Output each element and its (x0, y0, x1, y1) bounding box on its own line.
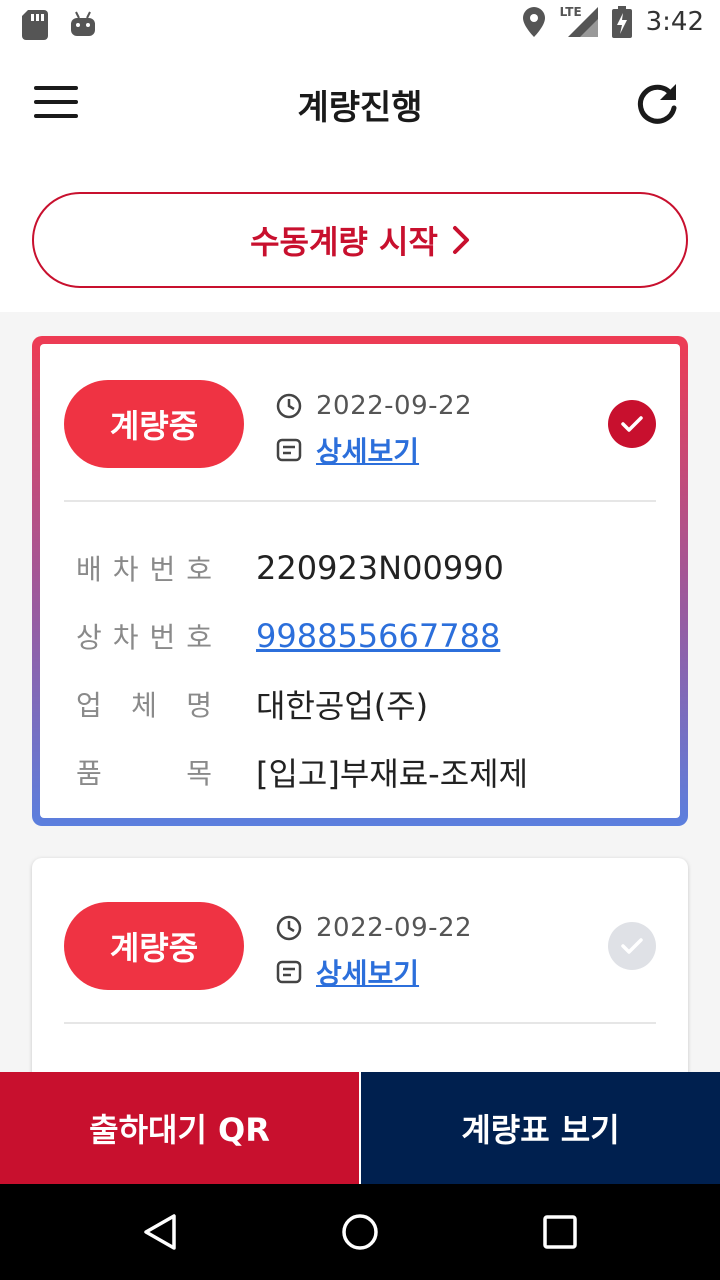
card-date: 2022-09-22 (316, 913, 473, 943)
card-date: 2022-09-22 (316, 391, 473, 421)
card-details: 배차번호 220923N00990 상차번호 998855667788 업체명 … (76, 534, 528, 806)
chevron-right-icon (452, 226, 469, 254)
item-name: [입고]부재료-조제제 (256, 755, 529, 793)
document-icon (276, 438, 302, 462)
weighing-card[interactable]: 계량중 2022-09-22 상세보기 배차번호 220923N00990 상 … (32, 336, 688, 826)
select-check-button[interactable] (608, 922, 656, 970)
card-divider (64, 1022, 656, 1024)
clock-icon (276, 393, 302, 419)
view-weighing-ticket-button[interactable]: 계량표 보기 (361, 1072, 720, 1184)
nav-recents-button[interactable] (540, 1212, 580, 1252)
document-icon (276, 960, 302, 984)
manual-weighing-start-button[interactable]: 수동계량 시작 (32, 192, 688, 288)
detail-row-item: 품목 [입고]부재료-조제제 (76, 738, 528, 806)
location-icon (522, 7, 545, 37)
card-meta: 2022-09-22 상세보기 (276, 906, 472, 994)
clock: 3:42 (645, 7, 704, 37)
weighing-list[interactable]: 계량중 2022-09-22 상세보기 배차번호 220923N00990 상 … (0, 312, 720, 1072)
recents-square-icon (543, 1215, 577, 1249)
detail-link[interactable]: 상세보기 (316, 430, 419, 470)
header: 계량진행 수동계량 시작 (0, 48, 720, 312)
detail-label: 상차번호 (76, 621, 212, 654)
select-check-button[interactable] (608, 400, 656, 448)
company-name: 대한공업(주) (256, 687, 429, 725)
shipping-wait-qr-button[interactable]: 출하대기 QR (0, 1072, 359, 1184)
refresh-icon (637, 84, 677, 124)
nav-back-button[interactable] (140, 1212, 180, 1252)
detail-label: 배차번호 (76, 553, 212, 586)
refresh-button[interactable] (632, 80, 682, 130)
android-icon (71, 11, 95, 36)
status-badge[interactable]: 계량중 (64, 380, 244, 468)
network-label: LTE (559, 5, 582, 19)
page-title: 계량진행 (297, 88, 423, 128)
detail-label: 품목 (76, 757, 212, 790)
detail-label: 업체명 (76, 689, 212, 722)
lte-signal-icon: LTE (559, 5, 598, 37)
check-icon (621, 416, 643, 432)
status-bar: LTE 3:42 (0, 0, 720, 48)
weighing-card[interactable]: 계량중 2022-09-22 상세보기 (32, 858, 688, 1072)
system-nav-bar (0, 1184, 720, 1280)
sd-card-icon (22, 10, 48, 40)
dispatch-number: 220923N00990 (256, 549, 504, 587)
detail-link[interactable]: 상세보기 (316, 952, 419, 992)
card-divider (64, 500, 656, 502)
battery-charging-icon (611, 6, 632, 38)
status-badge[interactable]: 계량중 (64, 902, 244, 990)
detail-row-dispatch-no: 배차번호 220923N00990 (76, 534, 528, 602)
loading-number-link[interactable]: 998855667788 (256, 617, 500, 655)
card-meta: 2022-09-22 상세보기 (276, 384, 472, 472)
detail-row-loading-no: 상차번호 998855667788 (76, 602, 528, 670)
check-icon (621, 938, 643, 954)
nav-home-button[interactable] (340, 1212, 380, 1252)
bottom-action-bar: 출하대기 QR 계량표 보기 (0, 1072, 720, 1184)
home-circle-icon (342, 1214, 378, 1250)
detail-row-company: 업체명 대한공업(주) (76, 670, 528, 738)
manual-weighing-label: 수동계량 시작 (250, 223, 438, 261)
back-triangle-icon (144, 1214, 176, 1250)
clock-icon (276, 915, 302, 941)
